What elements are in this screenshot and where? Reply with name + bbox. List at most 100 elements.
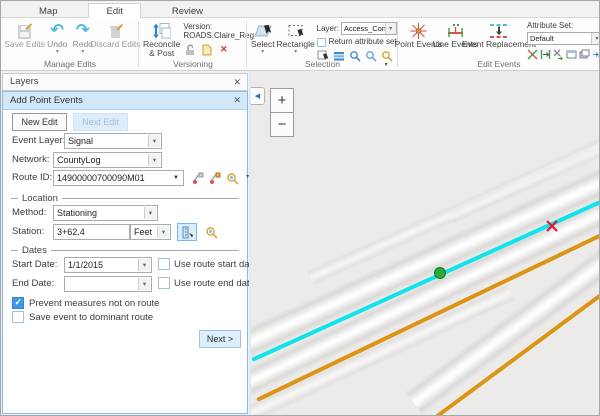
use-route-end-date-label: Use route end date bbox=[174, 278, 255, 289]
zoom-to-station-icon[interactable] bbox=[201, 223, 221, 241]
attribute-set-dropdown-caret[interactable]: ▾ bbox=[591, 33, 600, 44]
rectangle-dropdown-caret[interactable]: ▾ bbox=[294, 49, 297, 55]
event-layer-label: Event Layer: bbox=[12, 135, 65, 146]
unlock-version-icon[interactable] bbox=[183, 43, 196, 56]
add-point-events-pane: Add Point Events ✕ New Edit Next Edit Ev… bbox=[2, 91, 248, 414]
delete-version-icon[interactable]: ✕ bbox=[217, 43, 230, 56]
save-edits-button[interactable]: Save Edits bbox=[6, 21, 43, 49]
group-edit-events: Point Events Line Events Event Replaceme… bbox=[399, 18, 599, 70]
group-label-selection: Selection bbox=[248, 59, 397, 69]
event-layer-select[interactable]: Signal ▾ bbox=[64, 133, 162, 149]
method-dropdown-caret[interactable]: ▾ bbox=[144, 207, 156, 219]
station-unit-select[interactable]: Feet ▾ bbox=[130, 224, 171, 240]
version-info: Version: ROADS.Claire_Reg ✕ bbox=[183, 21, 254, 56]
undo-button[interactable]: ↶ Undo ▾ bbox=[46, 21, 69, 55]
end-date-picker[interactable]: ▾ bbox=[64, 276, 152, 292]
next-edit-button[interactable]: Next Edit bbox=[73, 113, 128, 131]
method-label: Method: bbox=[12, 207, 46, 218]
location-section-separator: Location bbox=[11, 192, 239, 204]
group-label-edit-events: Edit Events bbox=[399, 59, 599, 69]
end-date-dropdown-caret[interactable]: ▾ bbox=[138, 278, 150, 290]
new-edit-button[interactable]: New Edit bbox=[12, 113, 67, 131]
collapse-panel-tab[interactable]: ◀ bbox=[251, 87, 265, 105]
selection-options: Layer: Access_Control ▾ Return attribute… bbox=[317, 21, 397, 62]
left-panel: Layers ✕ Add Point Events ✕ New Edit Nex… bbox=[1, 71, 249, 415]
line-events-icon bbox=[446, 21, 465, 40]
start-date-dropdown-caret[interactable]: ▾ bbox=[138, 259, 150, 271]
group-versioning: Reconcile & Post Version: ROADS.Claire_R… bbox=[140, 18, 246, 70]
reconcile-post-button[interactable]: Reconcile & Post bbox=[143, 21, 180, 58]
method-select[interactable]: Stationing ▾ bbox=[53, 205, 158, 221]
add-point-events-header: Add Point Events ✕ bbox=[3, 92, 247, 110]
use-route-start-date-label: Use route start date bbox=[174, 259, 257, 270]
event-replacement-button[interactable]: Event Replacement bbox=[475, 21, 523, 49]
collapse-arrow-icon: ◀ bbox=[255, 92, 260, 100]
redo-dropdown-caret[interactable]: ▾ bbox=[81, 49, 84, 55]
redo-button[interactable]: ↷ Redo ▾ bbox=[72, 21, 95, 55]
trash-icon bbox=[107, 21, 124, 40]
discard-edits-button[interactable]: Discard Edits bbox=[97, 21, 134, 49]
return-attribute-set-label: Return attribute set bbox=[329, 37, 397, 47]
redo-icon: ↷ bbox=[76, 21, 89, 40]
station-unit-dropdown-caret[interactable]: ▾ bbox=[157, 226, 169, 238]
attribute-set-label: Attribute Set: bbox=[527, 21, 600, 31]
return-attribute-set-checkbox[interactable] bbox=[317, 38, 326, 47]
pane-title: Add Point Events bbox=[10, 95, 83, 106]
layer-dropdown-caret[interactable]: ▾ bbox=[385, 23, 396, 34]
map-view[interactable]: ◀ + − bbox=[249, 71, 600, 415]
select-dropdown-caret[interactable]: ▾ bbox=[261, 49, 264, 55]
station-label: Station: bbox=[12, 226, 44, 237]
dates-section-separator: Dates bbox=[11, 244, 239, 256]
ribbon: Save Edits ↶ Undo ▾ ↷ Redo ▾ Discard Edi… bbox=[1, 18, 599, 71]
layer-label: Layer: bbox=[317, 24, 339, 34]
use-route-start-date-checkbox[interactable] bbox=[158, 258, 170, 270]
route-id-combobox[interactable]: 14900000700090M01 ▼ bbox=[53, 170, 184, 186]
save-to-dominant-checkbox[interactable] bbox=[12, 311, 24, 323]
group-label-manage-edits: Manage Edits bbox=[3, 59, 137, 69]
event-layer-dropdown-caret[interactable]: ▾ bbox=[148, 135, 160, 147]
rectangle-select-icon bbox=[286, 21, 306, 40]
layers-pane-title: Layers bbox=[10, 76, 39, 87]
start-date-picker[interactable]: 1/1/2015 ▾ bbox=[64, 257, 152, 273]
point-events-icon bbox=[409, 21, 428, 40]
next-button[interactable]: Next > bbox=[199, 330, 241, 348]
zoom-out-button[interactable]: − bbox=[270, 112, 294, 137]
network-dropdown-caret[interactable]: ▾ bbox=[148, 154, 160, 166]
rectangle-select-button[interactable]: Rectangle ▾ bbox=[277, 21, 315, 55]
station-input[interactable]: 3+62.4 bbox=[53, 224, 130, 240]
point-event-marker[interactable] bbox=[434, 267, 446, 279]
version-caption: Version: bbox=[183, 22, 254, 31]
edit-events-options: Attribute Set: Default ▾ bbox=[527, 21, 600, 61]
select-button[interactable]: Select ▾ bbox=[251, 21, 275, 55]
attribute-set-combobox[interactable]: Default ▾ bbox=[527, 32, 600, 45]
layers-pane-header[interactable]: Layers ✕ bbox=[2, 73, 248, 91]
route-id-label: Route ID: bbox=[12, 172, 52, 183]
save-to-dominant-label: Save event to dominant route bbox=[29, 312, 153, 323]
version-value: ROADS.Claire_Reg bbox=[183, 31, 254, 40]
group-manage-edits: Save Edits ↶ Undo ▾ ↷ Redo ▾ Discard Edi… bbox=[3, 18, 137, 70]
save-icon bbox=[16, 21, 33, 40]
network-label: Network: bbox=[12, 154, 49, 165]
new-version-icon[interactable] bbox=[200, 43, 213, 56]
route-id-dropdown-caret[interactable]: ▼ bbox=[170, 172, 182, 184]
prevent-measures-label: Prevent measures not on route bbox=[29, 298, 159, 309]
use-route-end-date-checkbox[interactable] bbox=[158, 277, 170, 289]
pick-station-on-map-icon[interactable] bbox=[177, 223, 197, 241]
event-replacement-icon bbox=[488, 21, 510, 40]
network-select[interactable]: CountyLog ▾ bbox=[53, 152, 162, 168]
zoom-in-button[interactable]: + bbox=[270, 88, 294, 113]
start-date-label: Start Date: bbox=[12, 259, 57, 270]
layers-close-icon[interactable]: ✕ bbox=[233, 74, 241, 90]
layer-combobox[interactable]: Access_Control ▾ bbox=[341, 22, 397, 35]
pane-close-icon[interactable]: ✕ bbox=[233, 92, 241, 108]
undo-dropdown-caret[interactable]: ▾ bbox=[56, 49, 59, 55]
undo-icon: ↶ bbox=[51, 21, 64, 40]
map-zoom-control: + − bbox=[270, 88, 294, 137]
prevent-measures-checkbox[interactable] bbox=[12, 297, 24, 309]
application-window: MapEditReview Save Edits ↶ Undo ▾ ↷ bbox=[0, 0, 600, 416]
select-tool-icon bbox=[253, 21, 273, 40]
end-date-label: End Date: bbox=[12, 278, 54, 289]
group-separator bbox=[246, 21, 247, 67]
zoom-to-route-icon[interactable]: ▾ bbox=[222, 169, 242, 187]
point-events-button[interactable]: Point Events bbox=[402, 21, 435, 49]
